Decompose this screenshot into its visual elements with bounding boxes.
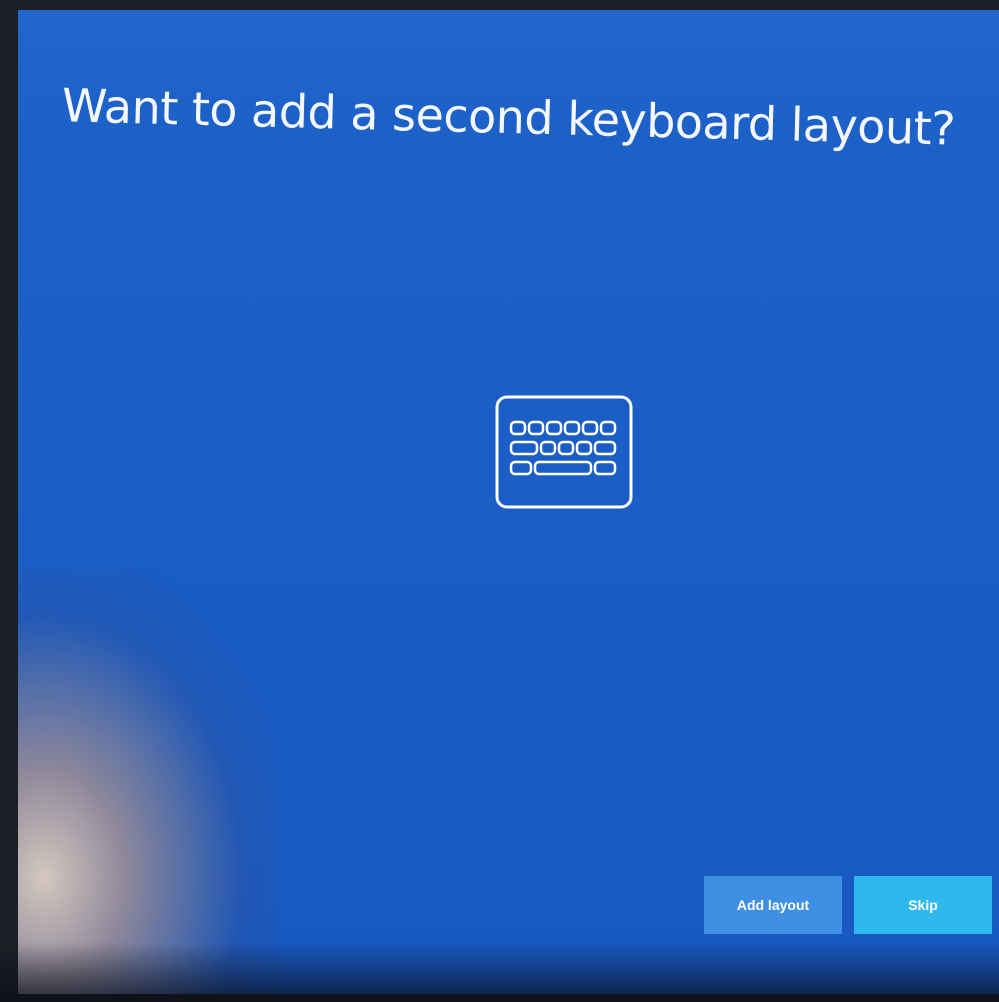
photo-frame: Want to add a second keyboard layout? Ad…	[0, 0, 999, 1002]
screen-glare	[18, 570, 278, 994]
page-title: Want to add a second keyboard layout?	[61, 78, 956, 156]
oobe-screen: Want to add a second keyboard layout?	[18, 10, 999, 994]
add-layout-button[interactable]: Add layout	[704, 876, 842, 934]
keyboard-icon	[494, 394, 634, 510]
skip-button[interactable]: Skip	[854, 876, 992, 934]
